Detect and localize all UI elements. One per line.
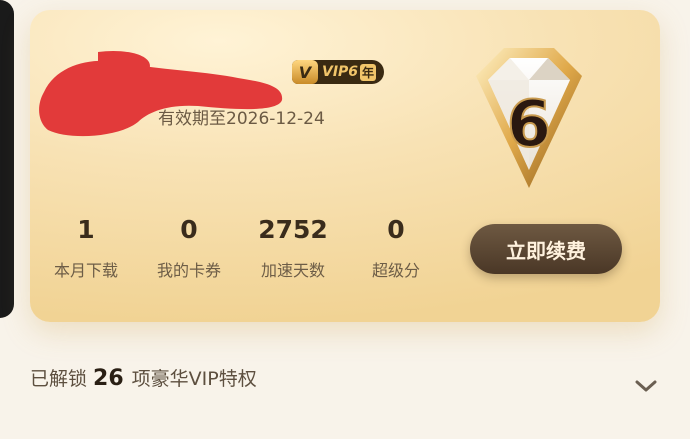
adjacent-card-edge (0, 0, 14, 318)
expiry-date: 有效期至2026-12-24 (158, 109, 325, 129)
stat-acceleration-days[interactable]: 2752 加速天数 (243, 215, 343, 281)
stat-value: 0 (180, 215, 198, 244)
stat-label: 我的卡券 (156, 261, 221, 280)
privileges-prefix: 已解锁 (30, 368, 88, 390)
privileges-suffix: 项豪华VIP特权 (131, 368, 257, 390)
stat-label: 超级分 (371, 261, 420, 280)
vip6-year-badge: V VIP6 年 (292, 60, 385, 84)
vip-badge-year: 年 (360, 63, 377, 81)
vip-membership-card: V VIP6 年 有效期至2026-12-24 6 1 本月下载 0 我的卡券 … (30, 10, 660, 322)
vip-v-icon: V (292, 60, 318, 84)
vip-badge-label: VIP6 (322, 64, 359, 80)
stat-value: 0 (387, 215, 405, 244)
renew-button[interactable]: 立即续费 (470, 224, 622, 274)
chevron-down-icon[interactable] (634, 374, 658, 398)
stats-row: 1 本月下载 0 我的卡券 2752 加速天数 0 超级分 (30, 215, 450, 285)
stat-label: 加速天数 (260, 261, 325, 280)
privileges-summary[interactable]: 已解锁 26 项豪华VIP特权 (30, 364, 257, 391)
stat-label: 本月下载 (53, 261, 118, 280)
stat-super-points[interactable]: 0 超级分 (346, 215, 446, 281)
stat-my-coupons[interactable]: 0 我的卡券 (139, 215, 239, 281)
privileges-count: 26 (93, 366, 124, 391)
stat-value: 2752 (258, 215, 328, 244)
diamond-level-number: 6 (507, 88, 552, 162)
stat-value: 1 (77, 215, 95, 244)
stat-monthly-downloads[interactable]: 1 本月下载 (36, 215, 136, 281)
diamond-6-icon: 6 (476, 48, 582, 188)
